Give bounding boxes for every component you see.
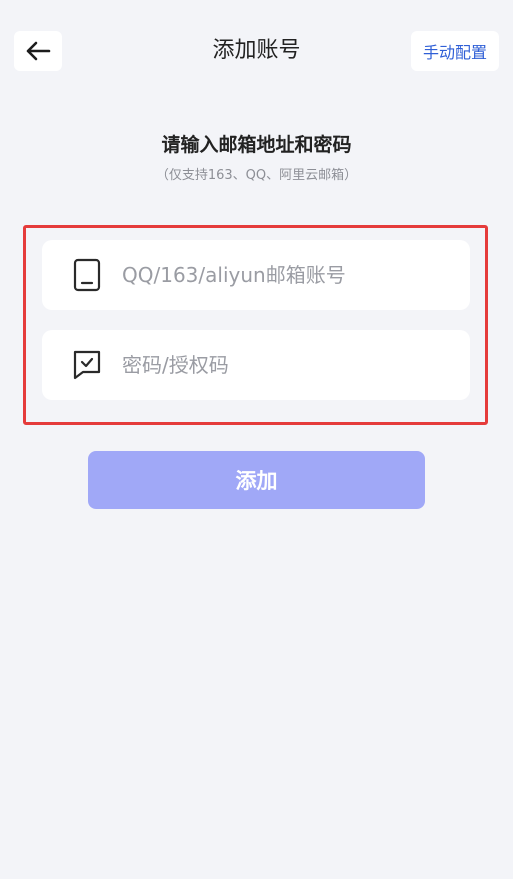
back-button[interactable]	[14, 31, 62, 71]
header: 添加账号 手动配置	[0, 0, 513, 100]
email-input[interactable]	[122, 263, 442, 287]
password-field[interactable]	[42, 330, 470, 400]
add-button[interactable]: 添加	[88, 451, 425, 509]
phone-device-icon	[72, 258, 102, 292]
arrow-left-icon	[26, 41, 51, 61]
form-heading: 请输入邮箱地址和密码	[161, 134, 352, 156]
password-input[interactable]	[122, 353, 442, 377]
email-field[interactable]	[42, 240, 470, 310]
message-check-icon	[72, 348, 102, 382]
manual-config-button[interactable]: 手动配置	[411, 31, 499, 71]
form-subheading: （仅支持163、QQ、阿里云邮箱）	[155, 168, 358, 183]
